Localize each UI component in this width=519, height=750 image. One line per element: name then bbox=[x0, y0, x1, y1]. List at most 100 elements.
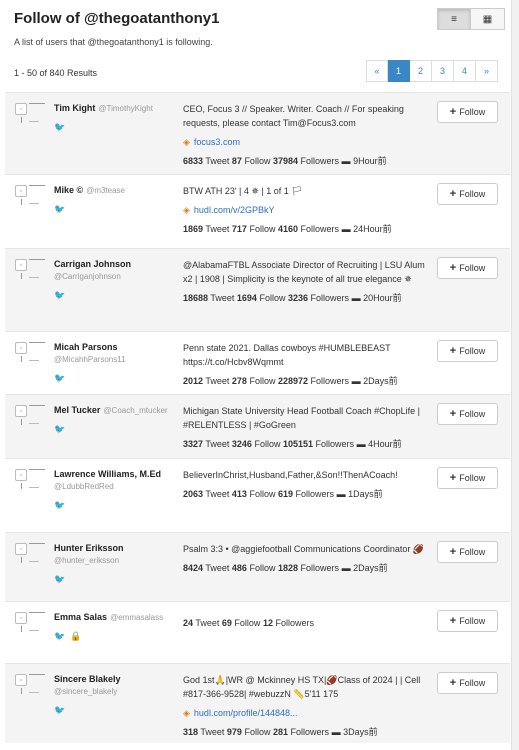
grid-view-button[interactable]: ▦ bbox=[471, 8, 505, 30]
avatar[interactable]: ▫ bbox=[15, 103, 45, 123]
user-handle[interactable]: @MicahhParsons11 bbox=[54, 355, 126, 364]
pager-page-4[interactable]: 4 bbox=[454, 60, 476, 82]
user-stats: 2063 Tweet 413 Follow 619 Followers ▬ 1D… bbox=[183, 487, 433, 501]
followers-count: 228972 bbox=[277, 376, 309, 386]
user-handle[interactable]: @hunter_eriksson bbox=[54, 556, 119, 565]
followers-count: 1828 bbox=[277, 563, 299, 573]
user-name[interactable]: Micah Parsons bbox=[54, 342, 118, 352]
tweet-label: Tweet bbox=[205, 376, 230, 386]
link-text[interactable]: hudl.com/profile/144848... bbox=[194, 706, 298, 720]
comment-icon: ▬ bbox=[341, 563, 351, 573]
twitter-icon[interactable]: 🐦 bbox=[54, 499, 65, 511]
tweet-count: 8424 bbox=[183, 563, 204, 573]
last-active-time: 4Hour前 bbox=[368, 439, 402, 449]
twitter-icon[interactable]: 🐦 bbox=[54, 423, 65, 435]
user-link[interactable]: ◈ hudl.com/v/2GPBkY bbox=[183, 203, 433, 217]
follow-button[interactable]: + Follow bbox=[437, 340, 498, 362]
scrollbar[interactable] bbox=[511, 0, 519, 750]
twitter-icon[interactable]: 🐦 bbox=[54, 630, 65, 642]
twitter-icon[interactable]: 🐦 bbox=[54, 573, 65, 585]
user-handle[interactable]: @sincere_blakely bbox=[54, 687, 117, 696]
avatar[interactable]: ▫ bbox=[15, 612, 45, 632]
user-name[interactable]: Tim Kight bbox=[54, 103, 95, 113]
user-name[interactable]: Mel Tucker bbox=[54, 405, 100, 415]
user-stats: 8424 Tweet 486 Follow 1828 Followers ▬ 2… bbox=[183, 561, 433, 575]
follow-button[interactable]: + Follow bbox=[437, 672, 498, 694]
follow-button-label: Follow bbox=[459, 189, 486, 199]
avatar[interactable]: ▫ bbox=[15, 469, 45, 489]
user-name[interactable]: Emma Salas bbox=[54, 612, 107, 622]
user-handle[interactable]: @Coach_mtucker bbox=[103, 406, 167, 415]
comment-icon: ▬ bbox=[336, 489, 346, 499]
user-stats: 18688 Tweet 1694 Follow 3236 Followers ▬… bbox=[183, 291, 433, 305]
pager-page-3[interactable]: 3 bbox=[432, 60, 454, 82]
follow-button[interactable]: + Follow bbox=[437, 610, 498, 632]
user-handle[interactable]: @Carriganjohnson bbox=[54, 272, 121, 281]
list-icon: ≡ bbox=[451, 13, 457, 25]
user-info: Tim Kight @TimothyKight 🐦 bbox=[54, 102, 176, 133]
user-stats: 24 Tweet 69 Follow 12 Followers bbox=[183, 616, 433, 630]
user-handle[interactable]: @LdubbRedRed bbox=[54, 482, 114, 491]
avatar[interactable]: ▫ bbox=[15, 259, 45, 279]
user-handle[interactable]: @emmasalass bbox=[110, 613, 163, 622]
user-name[interactable]: Mike © bbox=[54, 185, 83, 195]
user-row: ▫ Micah Parsons @MicahhParsons11 🐦 Penn sta… bbox=[5, 331, 510, 394]
twitter-icon[interactable]: 🐦 bbox=[54, 203, 65, 215]
tweet-label: Tweet bbox=[205, 156, 230, 166]
image-placeholder-icon: ▫ bbox=[15, 543, 27, 555]
user-name[interactable]: Hunter Eriksson bbox=[54, 543, 124, 553]
user-handle[interactable]: @TimothyKight bbox=[98, 104, 153, 113]
follow-button[interactable]: + Follow bbox=[437, 467, 498, 489]
user-handle[interactable]: @m3tease bbox=[86, 186, 125, 195]
followers-label: Followers bbox=[310, 293, 350, 303]
user-info: Hunter Eriksson @hunter_eriksson 🐦 bbox=[54, 542, 176, 585]
follow-button[interactable]: + Follow bbox=[437, 257, 498, 279]
follow-button-label: Follow bbox=[459, 346, 486, 356]
follow-button[interactable]: + Follow bbox=[437, 403, 498, 425]
followers-count: 281 bbox=[272, 727, 289, 737]
image-placeholder-icon: ▫ bbox=[15, 674, 27, 686]
user-info: Sincere Blakely @sincere_blakely 🐦 bbox=[54, 673, 176, 716]
comment-icon: ▬ bbox=[341, 224, 351, 234]
avatar[interactable]: ▫ bbox=[15, 674, 45, 694]
follow-count: 413 bbox=[231, 489, 247, 499]
page-title: Follow of @thegoatanthony1 bbox=[14, 10, 220, 27]
follow-button[interactable]: + Follow bbox=[437, 541, 498, 563]
twitter-icon[interactable]: 🐦 bbox=[54, 289, 65, 301]
follow-label: Follow bbox=[244, 156, 271, 166]
follow-button[interactable]: + Follow bbox=[437, 101, 498, 123]
tweet-label: Tweet bbox=[205, 439, 230, 449]
twitter-icon[interactable]: 🐦 bbox=[54, 372, 65, 384]
pager-prev[interactable]: « bbox=[366, 60, 388, 82]
avatar[interactable]: ▫ bbox=[15, 342, 45, 362]
user-content: Penn state 2021. Dallas cowboys #HUMBLEB… bbox=[183, 341, 433, 388]
followers-label: Followers bbox=[300, 224, 340, 234]
user-link[interactable]: ◈ hudl.com/profile/144848... bbox=[183, 706, 433, 720]
twitter-icon[interactable]: 🐦 bbox=[54, 704, 65, 716]
user-bio: Penn state 2021. Dallas cowboys #HUMBLEB… bbox=[183, 343, 391, 367]
pager-next[interactable]: » bbox=[476, 60, 498, 82]
link-text[interactable]: hudl.com/v/2GPBkY bbox=[194, 203, 275, 217]
twitter-icon[interactable]: 🐦 bbox=[54, 121, 65, 133]
user-link[interactable]: ◈ focus3.com bbox=[183, 135, 433, 149]
avatar[interactable]: ▫ bbox=[15, 405, 45, 425]
pager-page-1[interactable]: 1 bbox=[388, 60, 410, 82]
pager-page-2[interactable]: 2 bbox=[410, 60, 432, 82]
user-row: ▫ Emma Salas @emmasalass 🐦 🔒 24 Tweet 69 Fol… bbox=[5, 601, 510, 663]
followers-count: 619 bbox=[277, 489, 294, 499]
user-name[interactable]: Carrigan Johnson bbox=[54, 259, 131, 269]
avatar[interactable]: ▫ bbox=[15, 543, 45, 563]
user-content: CEO, Focus 3 // Speaker. Writer. Coach /… bbox=[183, 102, 433, 168]
last-active-time: 20Hour前 bbox=[363, 293, 402, 303]
tweet-label: Tweet bbox=[205, 224, 230, 234]
user-name[interactable]: Lawrence Williams, M.Ed bbox=[54, 469, 161, 479]
avatar[interactable]: ▫ bbox=[15, 185, 45, 205]
comment-icon: ▬ bbox=[356, 439, 366, 449]
follow-count: 278 bbox=[231, 376, 247, 386]
followers-label: Followers bbox=[310, 376, 350, 386]
link-text[interactable]: focus3.com bbox=[194, 135, 240, 149]
user-name[interactable]: Sincere Blakely bbox=[54, 674, 121, 684]
comment-icon: ▬ bbox=[341, 156, 351, 166]
list-view-button[interactable]: ≡ bbox=[437, 8, 471, 30]
follow-button[interactable]: + Follow bbox=[437, 183, 498, 205]
